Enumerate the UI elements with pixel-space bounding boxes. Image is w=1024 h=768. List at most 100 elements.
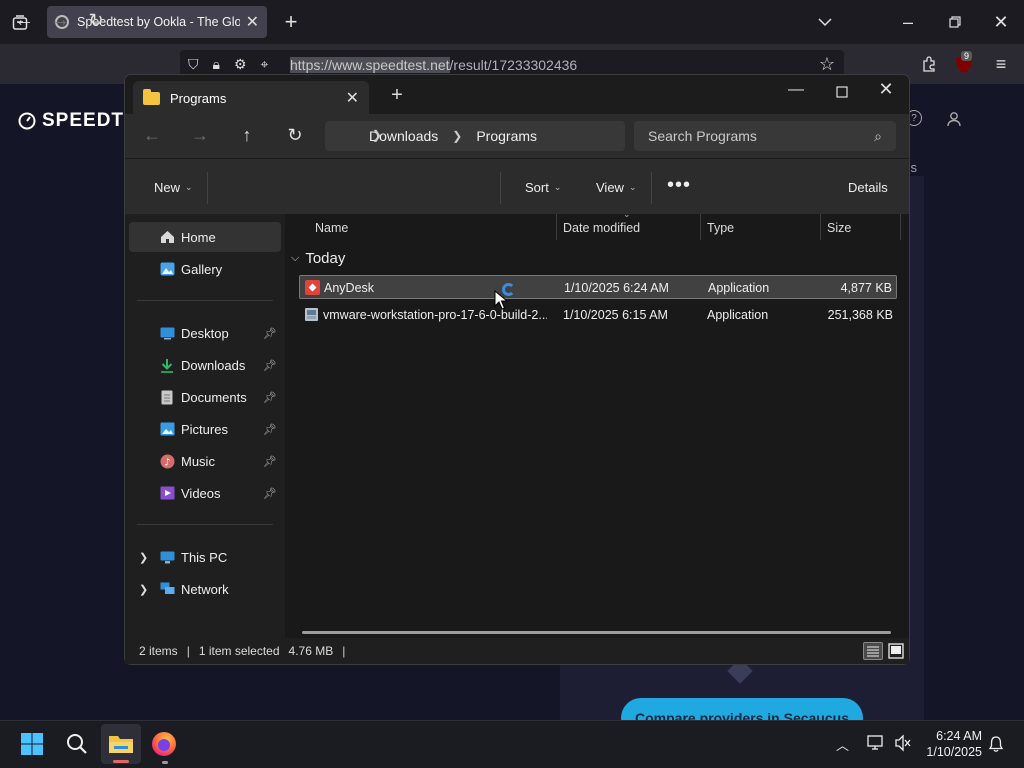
- nav-item-label: Desktop: [181, 325, 229, 341]
- sort-chevron-icon: ⌄: [623, 209, 631, 219]
- forward-arrow-icon[interactable]: →: [46, 6, 74, 34]
- status-item-count: 2 items: [139, 644, 178, 658]
- column-divider[interactable]: [820, 214, 821, 240]
- horizontal-scrollbar[interactable]: [302, 631, 891, 634]
- browser-minimize-button[interactable]: –: [893, 9, 923, 35]
- music-icon: ♪: [159, 453, 175, 469]
- breadcrumb-item-programs[interactable]: Programs: [476, 128, 537, 144]
- status-selection-size: 4.76 MB: [288, 644, 334, 658]
- browser-tab[interactable]: Speedtest by Ookla - The Global Broadban…: [47, 6, 267, 38]
- pin-icon[interactable]: 📌︎: [263, 423, 277, 436]
- nav-item-pictures[interactable]: Pictures 📌︎: [129, 414, 281, 444]
- gallery-icon: [159, 261, 175, 277]
- column-header-name[interactable]: Name: [315, 221, 348, 235]
- explorer-back-arrow-icon[interactable]: ←: [138, 122, 166, 148]
- clock-date: 1/10/2025: [926, 745, 982, 759]
- extensions-puzzle-icon[interactable]: [918, 52, 940, 76]
- start-windows-icon[interactable]: [12, 724, 52, 764]
- explorer-minimize-button[interactable]: —: [785, 81, 807, 103]
- nav-item-network[interactable]: ❯ Network: [129, 574, 281, 604]
- column-divider[interactable]: [556, 214, 557, 240]
- lock-icon[interactable]: 🔒︎: [213, 56, 220, 73]
- show-hidden-icons-chevron-icon[interactable]: ︿: [836, 735, 849, 754]
- collapse-chevron-down-icon[interactable]: ⌵: [291, 252, 299, 265]
- app-menu-hamburger-icon[interactable]: ≡: [990, 52, 1012, 76]
- up-arrow-icon[interactable]: ↑: [233, 122, 261, 148]
- tracking-protection-shield-icon[interactable]: ⛉: [188, 56, 199, 73]
- user-profile-icon[interactable]: [946, 111, 962, 127]
- column-header-date-modified[interactable]: Date modified: [563, 221, 640, 235]
- notifications-bell-icon[interactable]: [988, 735, 1004, 753]
- close-tab-icon[interactable]: ✕: [246, 12, 259, 32]
- expand-chevron-icon[interactable]: ❯: [139, 551, 148, 564]
- view-button[interactable]: View ⌄: [596, 180, 637, 195]
- nav-item-gallery[interactable]: Gallery: [129, 254, 281, 284]
- sort-button[interactable]: Sort ⌄: [525, 180, 561, 195]
- column-divider[interactable]: [700, 214, 701, 240]
- permissions-icon[interactable]: ⚙: [234, 56, 247, 73]
- explorer-tab[interactable]: Programs ✕: [133, 81, 369, 115]
- chevron-down-icon: ⌄: [628, 182, 637, 192]
- reload-icon[interactable]: ↻: [82, 6, 110, 34]
- group-header-today[interactable]: ⌵ Today: [291, 250, 345, 267]
- new-button[interactable]: New ⌄: [154, 180, 193, 195]
- bookmark-star-icon[interactable]: ☆: [816, 52, 838, 76]
- details-view-icon[interactable]: [863, 642, 883, 660]
- explorer-close-button[interactable]: ✕: [875, 79, 897, 101]
- volume-muted-icon[interactable]: [894, 734, 912, 752]
- file-row-vmware[interactable]: vmware-workstation-pro-17-6-0-build-2...…: [299, 303, 897, 327]
- close-tab-icon[interactable]: ✕: [346, 88, 359, 108]
- taskbar-search-icon[interactable]: [57, 724, 97, 764]
- status-text: 2 items | 1 item selected 4.76 MB |: [139, 644, 345, 658]
- breadcrumb[interactable]: Downloads ❯ Programs: [325, 121, 625, 151]
- explorer-new-tab-button[interactable]: +: [387, 84, 407, 106]
- url-text[interactable]: https://www.speedtest.net/result/1723330…: [290, 57, 577, 73]
- list-all-tabs-chevron-icon[interactable]: [812, 9, 838, 35]
- details-pane-button[interactable]: Details: [848, 180, 888, 195]
- column-header-type[interactable]: Type: [707, 221, 734, 235]
- computer-icon: [159, 549, 175, 565]
- location-icon[interactable]: ⌖: [261, 56, 269, 73]
- back-arrow-icon[interactable]: ←: [10, 6, 38, 34]
- explorer-refresh-icon[interactable]: ↻: [281, 122, 309, 148]
- browser-restore-button[interactable]: [940, 9, 970, 35]
- nav-item-documents[interactable]: Documents 📌︎: [129, 382, 281, 412]
- network-status-icon[interactable]: [867, 734, 887, 752]
- file-row-anydesk[interactable]: AnyDesk 1/10/2025 6:24 AM Application 4,…: [299, 275, 897, 299]
- more-options-ellipsis-icon[interactable]: •••: [667, 174, 691, 197]
- explorer-forward-arrow-icon[interactable]: →: [186, 122, 214, 148]
- explorer-maximize-button[interactable]: [831, 81, 853, 103]
- search-input[interactable]: Search Programs ⌕: [634, 121, 896, 151]
- pin-icon[interactable]: 📌︎: [263, 391, 277, 404]
- speedtest-gauge-icon: [18, 112, 36, 130]
- browser-close-button[interactable]: ✕: [986, 9, 1016, 35]
- file-size: 4,877 KB: [840, 281, 892, 295]
- view-button-label: View: [596, 180, 624, 195]
- taskbar-clock[interactable]: 6:24 AM 1/10/2025: [924, 728, 982, 760]
- running-app-indicator: [162, 761, 168, 764]
- expand-chevron-icon[interactable]: ❯: [139, 583, 148, 596]
- file-type: Application: [708, 281, 770, 295]
- large-icons-view-icon[interactable]: [887, 642, 905, 660]
- nav-item-desktop[interactable]: Desktop 📌︎: [129, 318, 281, 348]
- new-tab-button[interactable]: +: [278, 9, 304, 35]
- nav-item-label: Music: [181, 453, 215, 469]
- nav-item-videos[interactable]: Videos 📌︎: [129, 478, 281, 508]
- column-header-size[interactable]: Size: [827, 221, 851, 235]
- pin-icon[interactable]: 📌︎: [263, 455, 277, 468]
- pin-icon[interactable]: 📌︎: [263, 359, 277, 372]
- taskbar-firefox-icon[interactable]: [144, 724, 184, 764]
- breadcrumb-chevron-icon[interactable]: ❯: [452, 129, 462, 143]
- pin-icon[interactable]: 📌︎: [263, 327, 277, 340]
- nav-item-label: Gallery: [181, 261, 223, 277]
- column-divider[interactable]: [900, 214, 901, 240]
- nav-item-this-pc[interactable]: ❯ This PC: [129, 542, 281, 572]
- taskbar-file-explorer-icon[interactable]: [101, 724, 141, 764]
- nav-item-downloads[interactable]: Downloads 📌︎: [129, 350, 281, 380]
- explorer-tab-title: Programs: [170, 90, 227, 106]
- pin-icon[interactable]: 📌︎: [263, 487, 277, 500]
- nav-item-music[interactable]: ♪ Music 📌︎: [129, 446, 281, 476]
- breadcrumb-root-chevron-icon[interactable]: ❯: [372, 128, 382, 142]
- nav-item-home[interactable]: Home: [129, 222, 281, 252]
- explorer-status-bar: 2 items | 1 item selected 4.76 MB |: [125, 638, 909, 664]
